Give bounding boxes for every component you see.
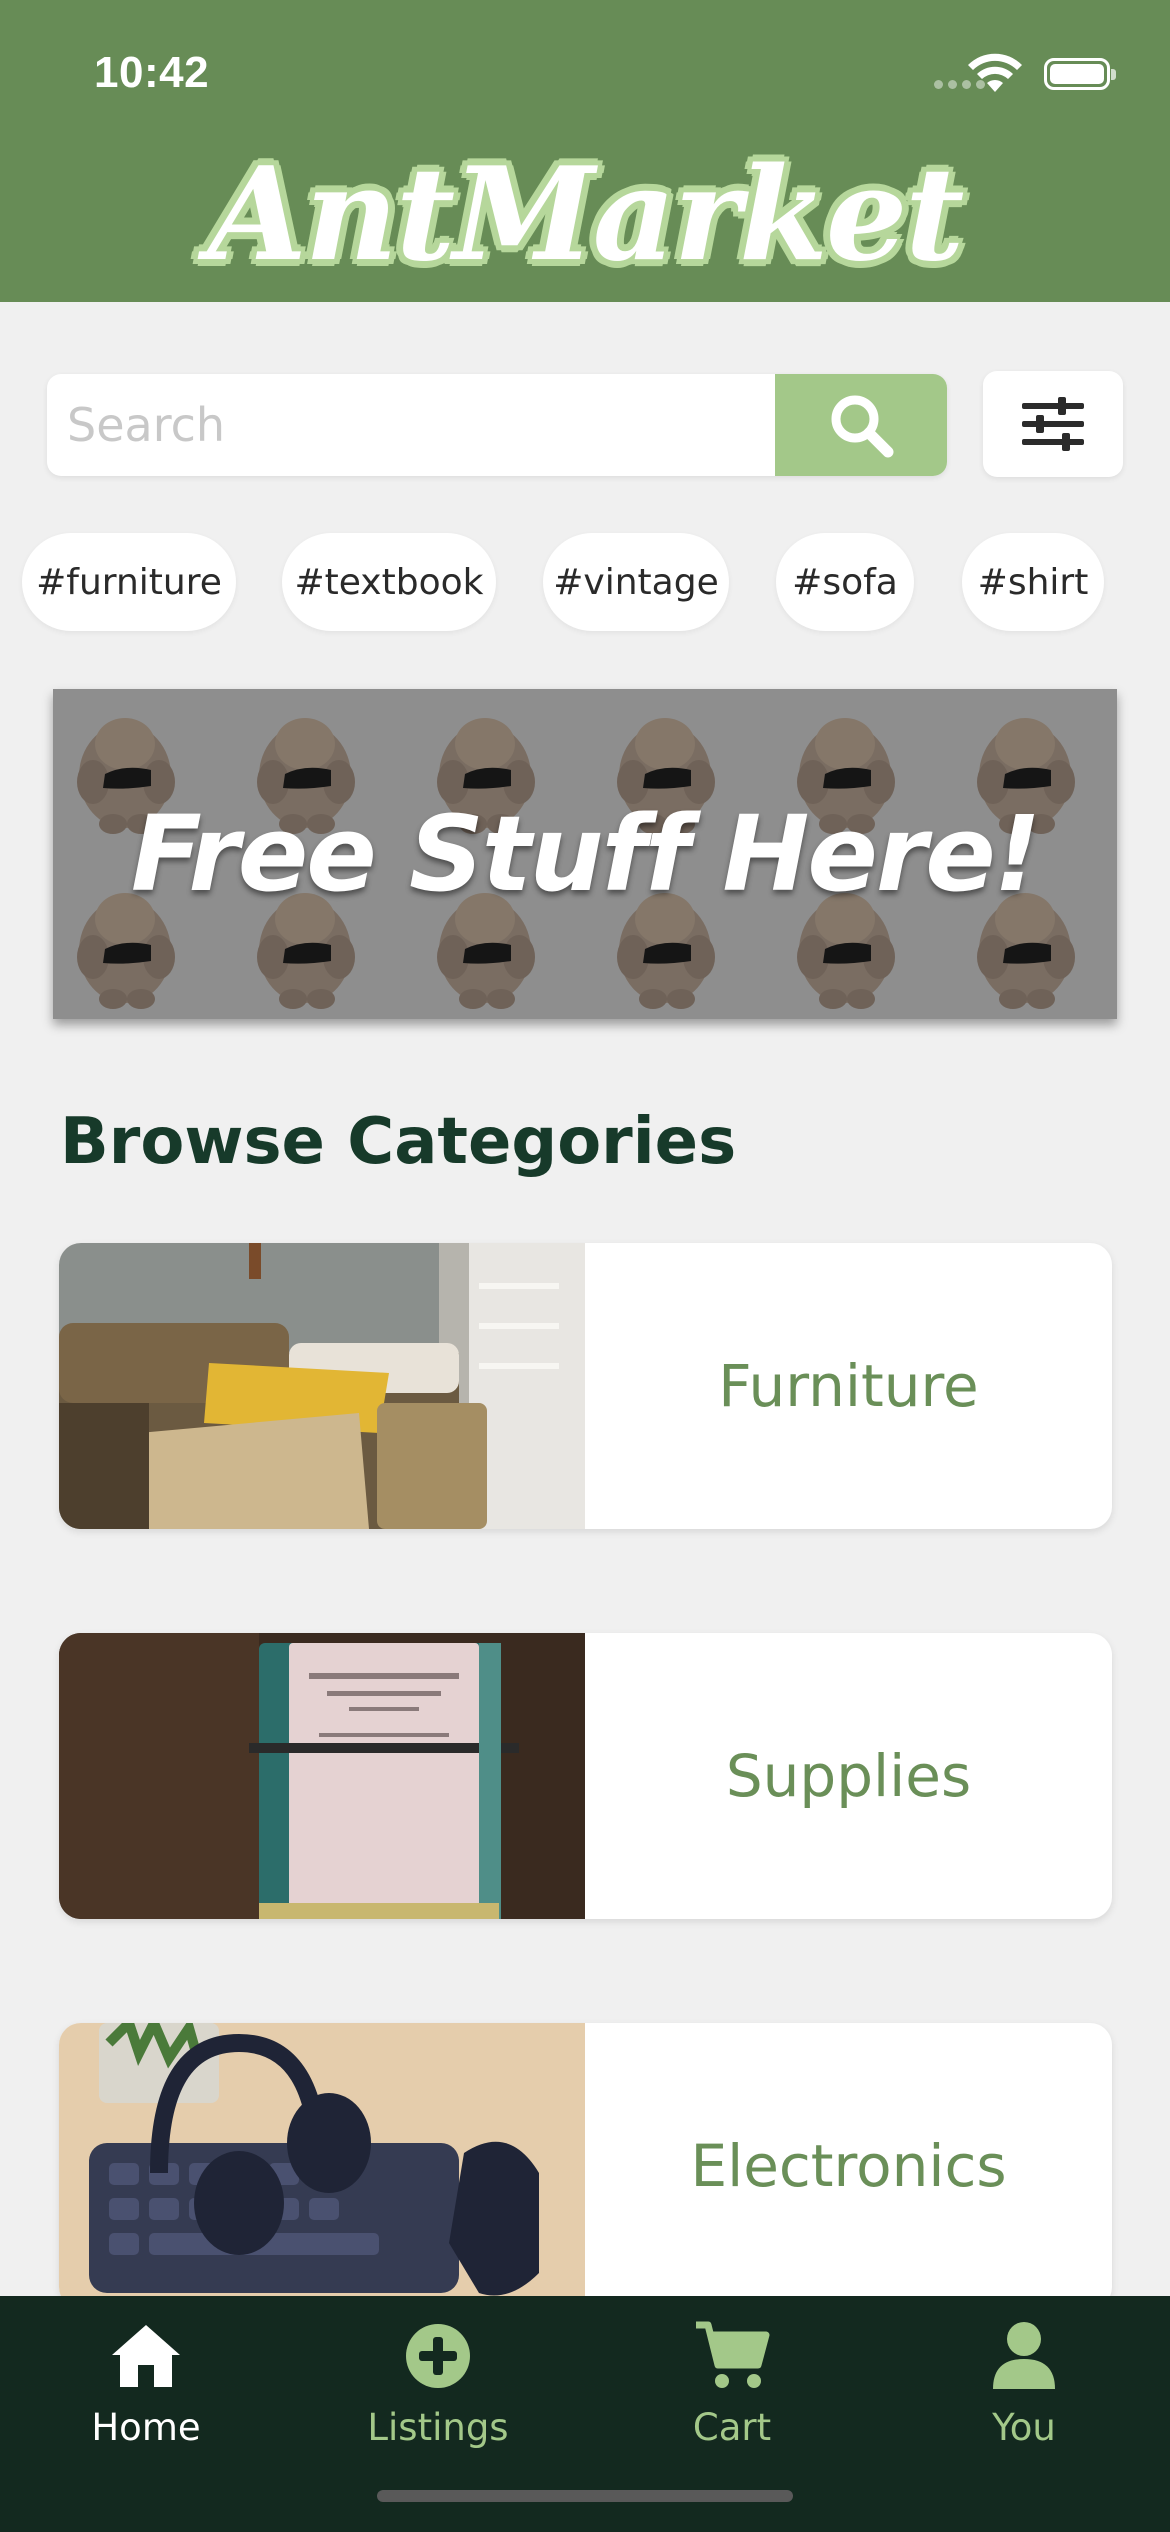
search-input[interactable]: [47, 374, 775, 476]
app-header: 10:42 AntMarket: [0, 0, 1170, 302]
search-button[interactable]: [775, 374, 947, 476]
free-stuff-banner[interactable]: Free Stuff Here!: [53, 689, 1117, 1019]
sliders-icon: [1022, 397, 1084, 451]
app-logo: AntMarket: [207, 140, 965, 290]
tag-textbook[interactable]: #textbook: [282, 533, 496, 631]
category-card-furniture[interactable]: Furniture: [59, 1243, 1112, 1529]
filter-button[interactable]: [983, 371, 1123, 477]
house-icon: [106, 2316, 186, 2396]
section-title: Browse Categories: [60, 1105, 737, 1179]
category-label: Electronics: [690, 2132, 1007, 2200]
wifi-icon: [968, 53, 1022, 92]
nav-label-cart: Cart: [692, 2406, 772, 2449]
nav-label-you: You: [992, 2406, 1056, 2449]
electronics-image: [59, 2023, 585, 2309]
tag-sofa[interactable]: #sofa: [776, 533, 914, 631]
furniture-image: [59, 1243, 585, 1529]
nav-label-listings: Listings: [367, 2406, 509, 2449]
category-label: Supplies: [725, 1742, 972, 1810]
cart-icon: [692, 2316, 772, 2396]
tag-shirt[interactable]: #shirt: [962, 533, 1104, 631]
nav-item-cart[interactable]: Cart: [612, 2316, 852, 2466]
person-icon: [984, 2316, 1064, 2396]
category-card-electronics[interactable]: Electronics: [59, 2023, 1112, 2309]
banner-title: Free Stuff Here!: [130, 793, 1041, 915]
category-card-supplies[interactable]: Supplies: [59, 1633, 1112, 1919]
search-bar: [47, 374, 947, 476]
home-indicator: [377, 2490, 793, 2502]
plus-circle-icon: [398, 2316, 478, 2396]
nav-label-home: Home: [91, 2406, 201, 2449]
nav-item-listings[interactable]: Listings: [318, 2316, 558, 2466]
tag-vintage[interactable]: #vintage: [543, 533, 729, 631]
nav-item-you[interactable]: You: [904, 2316, 1144, 2466]
category-label: Furniture: [718, 1352, 979, 1420]
nav-item-home[interactable]: Home: [26, 2316, 266, 2466]
battery-icon: [1044, 58, 1116, 90]
search-icon: [831, 395, 894, 458]
supplies-image: [59, 1633, 585, 1919]
status-time: 10:42: [94, 48, 210, 97]
tag-furniture[interactable]: #furniture: [22, 533, 236, 631]
